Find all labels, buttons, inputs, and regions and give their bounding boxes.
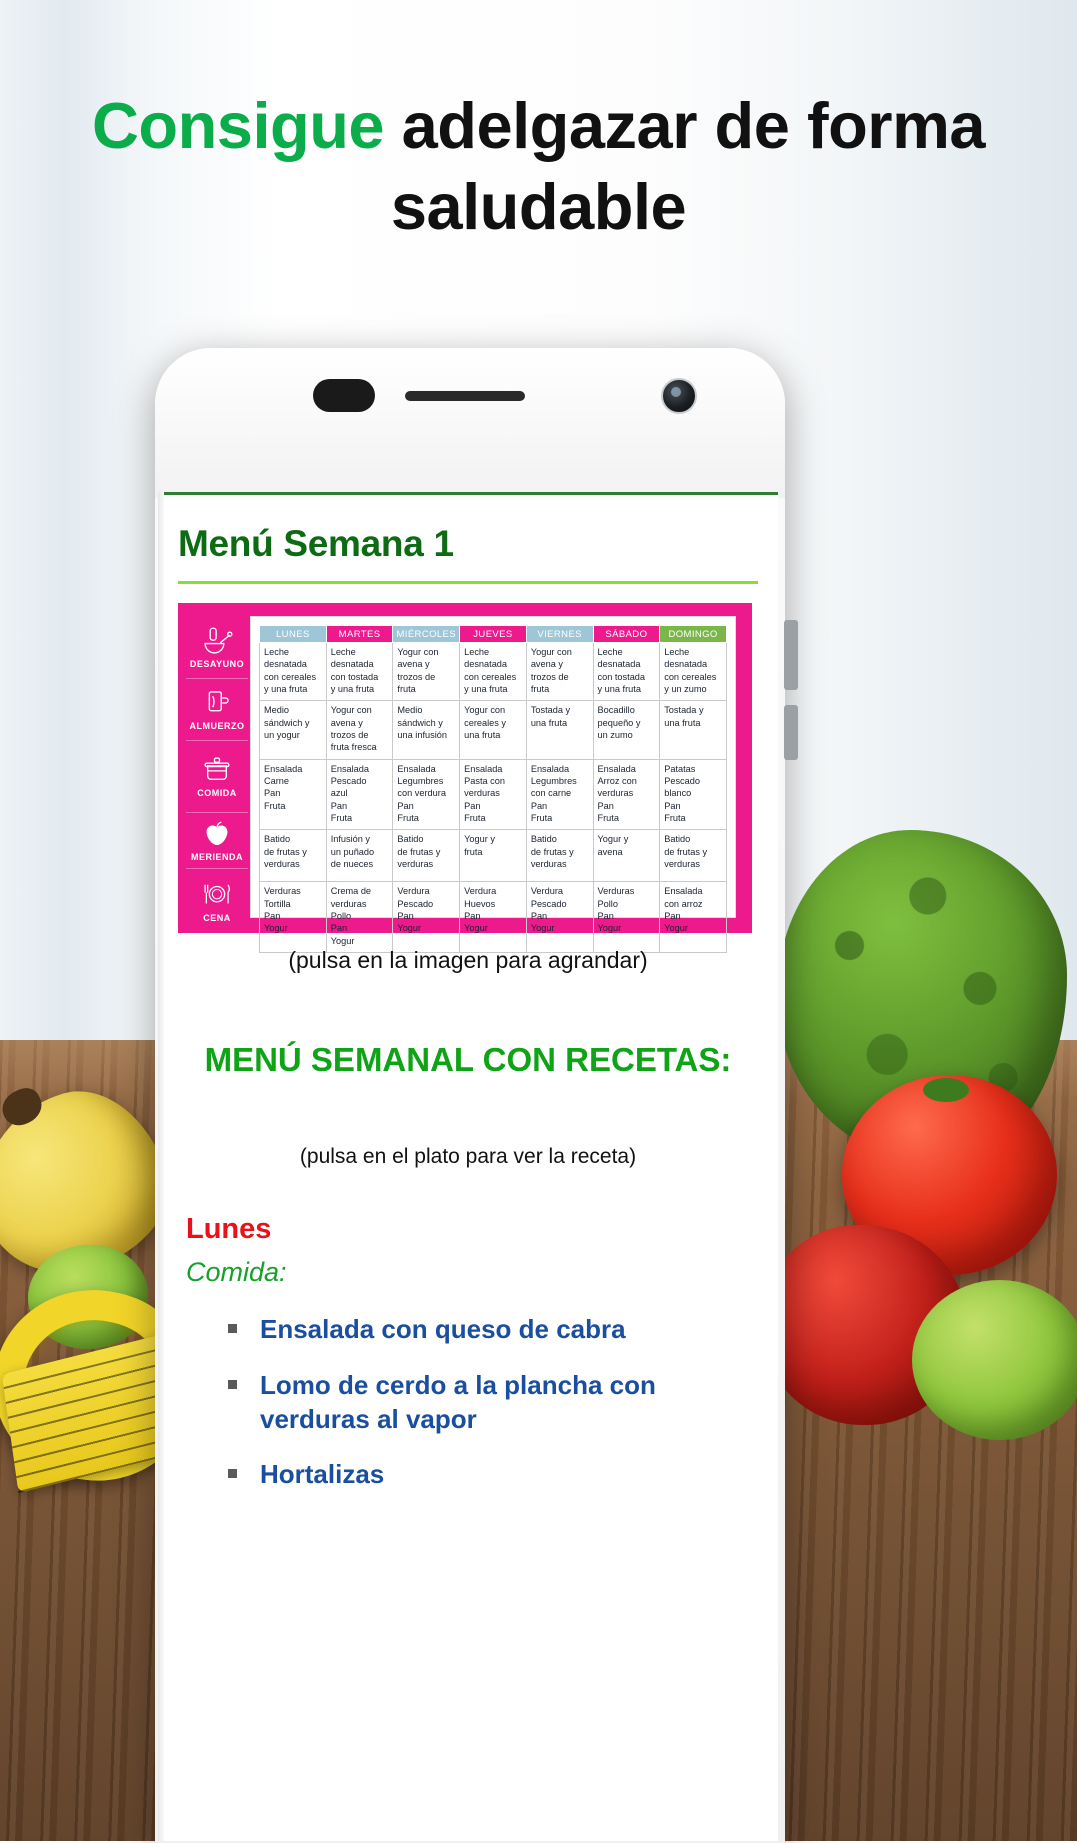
- menu-cell: Leche desnatada con cereales y una fruta: [459, 641, 527, 702]
- recipe-link-label: Ensalada con queso de cabra: [260, 1314, 626, 1344]
- menu-cell: Leche desnatada con cereales y una fruta: [259, 641, 327, 702]
- recipe-link-label: Lomo de cerdo a la plancha con verduras …: [260, 1369, 656, 1434]
- weekly-menu-table: LUNES MARTES MIÉRCOLES JUEVES VIERNES SÁ…: [259, 625, 727, 953]
- table-row-desayuno: Leche desnatada con cereales y una fruta…: [259, 641, 727, 702]
- day-header-domingo: DOMINGO: [659, 625, 727, 643]
- menu-cell: Patatas Pescado blanco Pan Fruta: [659, 758, 727, 831]
- weekly-menu-image[interactable]: DESAYUNO ALMUERZO COMIDA MERIENDA CENA L…: [178, 603, 752, 953]
- menu-cell: Yogur con avena y trozos de fruta fresca: [325, 700, 394, 760]
- menu-cell: Crema de verduras Pollo Pan Yogur: [325, 881, 394, 953]
- menu-cell: Batido de frutas y verduras: [259, 829, 327, 883]
- menu-cell: Leche desnatada con tostada y una fruta: [592, 641, 661, 702]
- menu-cell: Verdura Huevos Pan Yogur: [459, 881, 527, 953]
- speaker-pill-icon: [313, 379, 375, 412]
- menu-cell: Infusión y un puñado de nueces: [325, 829, 394, 883]
- headline-green-word: Consigue: [91, 89, 385, 162]
- menu-cell: Verduras Tortilla Pan Yogur: [259, 881, 327, 953]
- menu-cell: Ensalada Arroz con verduras Pan Fruta: [592, 758, 661, 831]
- menu-cell: Ensalada Pasta con verduras Pan Fruta: [459, 758, 527, 831]
- list-item[interactable]: Ensalada con queso de cabra: [228, 1313, 768, 1347]
- menu-cell: Leche desnatada con cereales y un zumo: [659, 641, 727, 702]
- day-header-sabado: SÁBADO: [592, 625, 661, 643]
- meal-label-merienda: MERIENDA: [186, 813, 248, 869]
- meal-label-text: MERIENDA: [190, 852, 243, 862]
- front-camera-icon: [661, 378, 697, 414]
- meal-label-text: DESAYUNO: [189, 659, 245, 669]
- image-caption: (pulsa en la imagen para agrandar): [288, 947, 648, 973]
- recipes-heading: MENÚ SEMANAL CON RECETAS:: [204, 1041, 732, 1078]
- day-heading-lunes: Lunes: [186, 1213, 272, 1245]
- menu-cell: Ensalada Legumbres con carne Pan Fruta: [525, 758, 594, 831]
- day-header-viernes: VIERNES: [525, 625, 594, 643]
- list-item[interactable]: Lomo de cerdo a la plancha con verduras …: [228, 1369, 768, 1437]
- meal-label-text: COMIDA: [197, 788, 237, 798]
- table-row-comida: Ensalada Carne Pan Fruta Ensalada Pescad…: [259, 758, 727, 831]
- recipe-link-label: Hortalizas: [260, 1459, 385, 1490]
- screen-left-edge: [158, 492, 164, 1841]
- bullet-square-icon: [228, 1379, 237, 1389]
- meal-label-rail: DESAYUNO ALMUERZO COMIDA MERIENDA CENA: [178, 603, 251, 933]
- volume-down-button[interactable]: [784, 705, 798, 760]
- day-header-martes: MARTES: [325, 625, 394, 643]
- volume-up-button[interactable]: [784, 620, 798, 690]
- phone-top-bezel: [155, 348, 785, 498]
- pressure-cooker-icon: [204, 757, 230, 781]
- menu-cell: Batido de frutas y verduras: [392, 829, 461, 883]
- table-row-almuerzo: Medio sándwich y un yogur Yogur con aven…: [259, 700, 727, 760]
- menu-cell: Batido de frutas y verduras: [525, 829, 594, 883]
- menu-cell: Batido de frutas y verduras: [659, 829, 727, 883]
- phone-screen: Menú Semana 1 DESAYUNO ALMUERZO COMIDA M…: [158, 492, 778, 1841]
- recipes-subcaption: (pulsa en el plato para ver la receta): [299, 1145, 637, 1168]
- day-header-miercoles: MIÉRCOLES: [392, 625, 461, 643]
- menu-cell: Tostada y una fruta: [659, 700, 727, 760]
- lime-image-right: [912, 1280, 1077, 1440]
- menu-cell: Yogur con cereales y una fruta: [459, 700, 527, 760]
- menu-cell: Medio sándwich y un yogur: [259, 700, 327, 760]
- menu-cell: Bocadillo pequeño y un zumo: [592, 700, 661, 760]
- menu-cell: Ensalada Pescado azul Pan Fruta: [325, 758, 394, 831]
- meal-label-text: ALMUERZO: [189, 721, 245, 731]
- meal-heading-comida: Comida:: [186, 1257, 287, 1287]
- meal-label-cena: CENA: [186, 869, 248, 933]
- table-header-row: LUNES MARTES MIÉRCOLES JUEVES VIERNES SÁ…: [259, 625, 727, 643]
- menu-cell: Verduras Pollo Pan Yogur: [592, 881, 661, 953]
- meal-label-text: CENA: [203, 912, 231, 923]
- menu-cell: Tostada y una fruta: [525, 700, 594, 760]
- apple-icon: [206, 821, 228, 846]
- meal-label-almuerzo: ALMUERZO: [186, 679, 248, 741]
- meal-label-comida: COMIDA: [186, 741, 248, 813]
- menu-cell: Verdura Pescado Pan Yogur: [392, 881, 461, 953]
- speaker-grill-icon: [405, 391, 525, 401]
- menu-cell: Ensalada Carne Pan Fruta: [259, 758, 327, 831]
- table-row-merienda: Batido de frutas y verduras Infusión y u…: [259, 829, 727, 883]
- menu-cell: Yogur con avena y trozos de fruta: [525, 641, 594, 702]
- plate-cutlery-icon: [204, 883, 230, 903]
- day-header-jueves: JUEVES: [459, 625, 527, 643]
- menu-cell: Ensalada Legumbres con verdura Pan Fruta: [392, 758, 461, 831]
- page-title: Menú Semana 1: [178, 523, 454, 564]
- list-item[interactable]: Hortalizas: [228, 1458, 768, 1492]
- menu-cell: Leche desnatada con tostada y una fruta: [325, 641, 394, 702]
- table-row-cena: Verduras Tortilla Pan Yogur Crema de ver…: [259, 881, 727, 953]
- headline-rest: adelgazar de forma saludable: [384, 89, 986, 244]
- menu-cell: Yogur y avena: [592, 829, 661, 883]
- day-header-lunes: LUNES: [259, 625, 327, 643]
- page-headline: Consigue adelgazar de forma saludable: [0, 85, 1077, 248]
- bullet-square-icon: [228, 1324, 237, 1333]
- sandwich-cup-icon: [208, 691, 229, 712]
- recipe-link-list: Ensalada con queso de cabra Lomo de cerd…: [228, 1313, 768, 1514]
- meal-label-desayuno: DESAYUNO: [186, 617, 248, 679]
- mortar-bowl-icon: [204, 627, 233, 654]
- menu-cell: Medio sándwich y una infusión: [392, 700, 461, 760]
- menu-cell: Yogur y fruta: [459, 829, 527, 883]
- tomato-stem: [923, 1078, 969, 1102]
- menu-table-container: LUNES MARTES MIÉRCOLES JUEVES VIERNES SÁ…: [251, 617, 735, 953]
- menu-cell: Ensalada con arroz Pan Yogur: [659, 881, 727, 953]
- menu-cell: Yogur con avena y trozos de fruta: [392, 641, 461, 702]
- bullet-square-icon: [228, 1469, 237, 1479]
- menu-cell: Verdura Pescado Pan Yogur: [525, 881, 594, 953]
- title-underline: [178, 581, 758, 584]
